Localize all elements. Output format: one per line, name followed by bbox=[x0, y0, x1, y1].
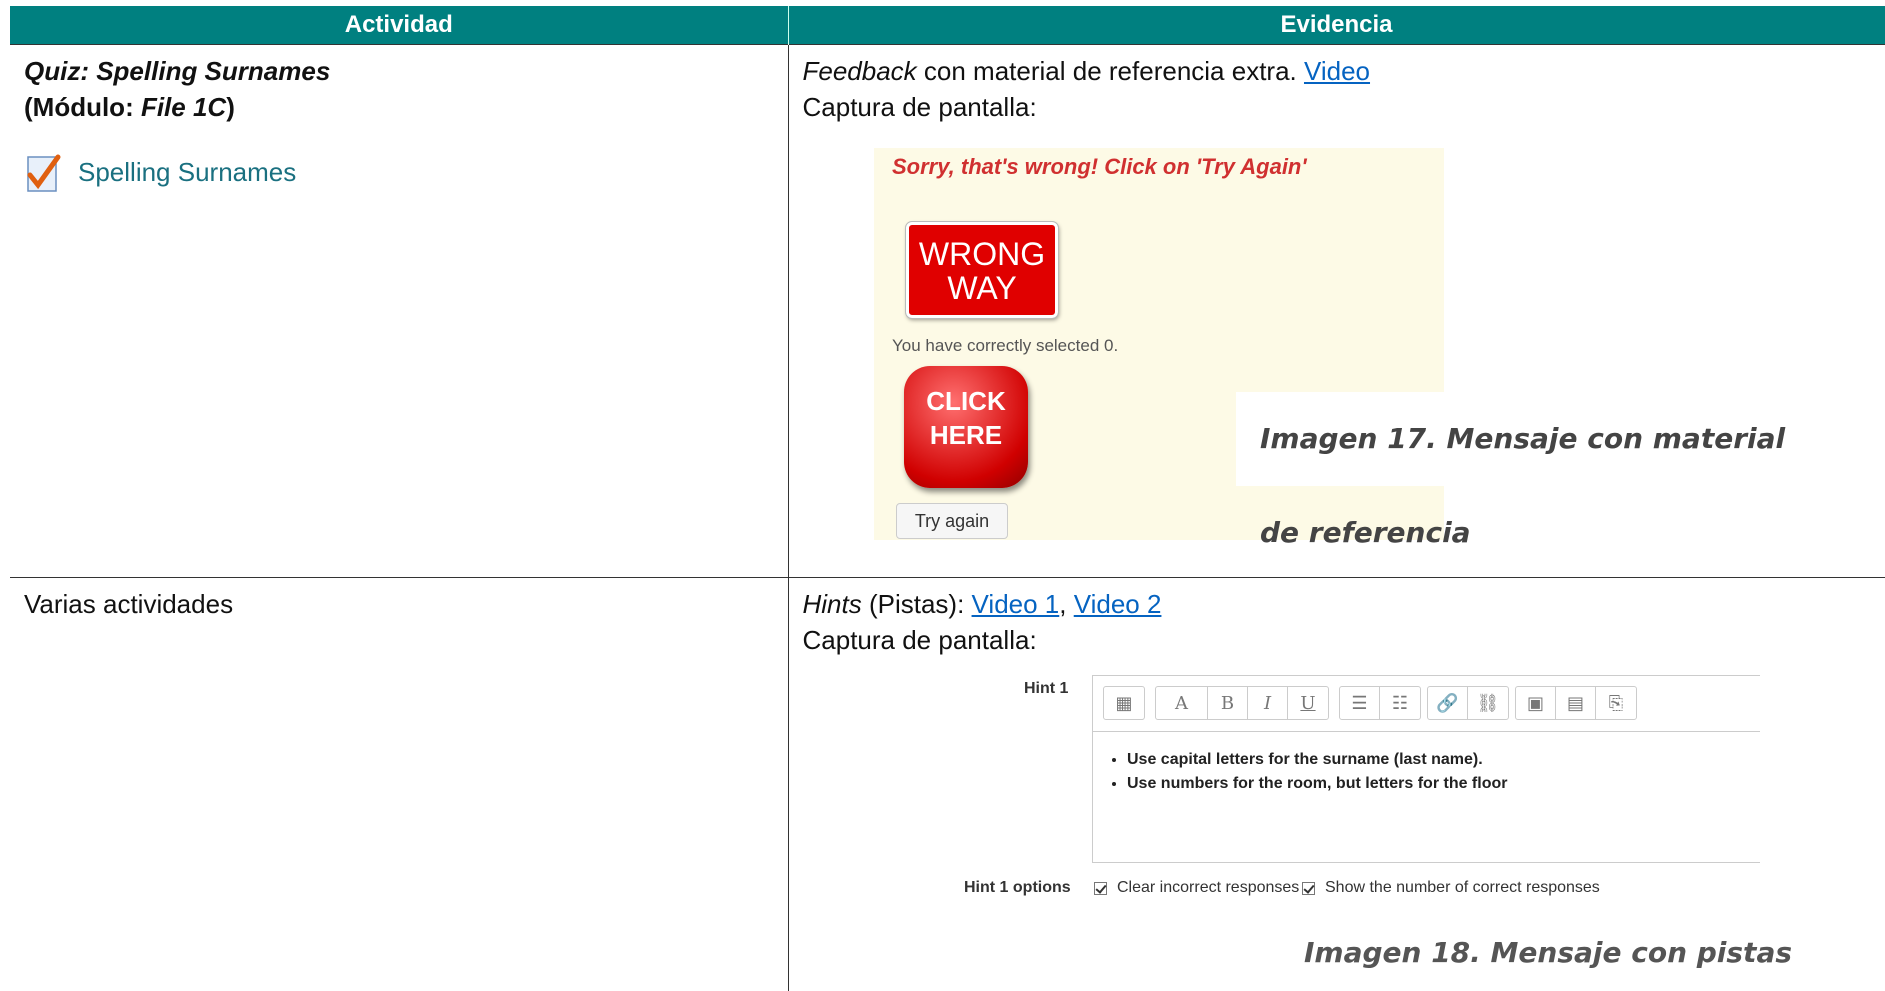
selected-count-text: You have correctly selected 0. bbox=[892, 336, 1119, 355]
evidence-hints: Hints (Pistas): Video 1, Video 2 bbox=[802, 588, 1162, 619]
bullet-list-icon[interactable]: ☰ bbox=[1340, 687, 1380, 719]
toggle-toolbar-icon[interactable]: ▦ bbox=[1104, 687, 1144, 719]
hint-options-label: Hint 1 options bbox=[964, 879, 1071, 896]
activity-cell: Varias actividades bbox=[10, 576, 789, 991]
video-link[interactable]: Video bbox=[1304, 56, 1370, 86]
manage-files-icon[interactable]: ⎘ bbox=[1596, 687, 1636, 719]
underline-icon[interactable]: U bbox=[1288, 687, 1328, 719]
capture-label: Captura de pantalla: bbox=[802, 91, 1037, 122]
list-item: Use capital letters for the surname (las… bbox=[1127, 748, 1760, 772]
module-label: (Módulo: File 1C) bbox=[24, 91, 235, 122]
activity-title: Quiz: Spelling Surnames bbox=[24, 55, 331, 86]
editor-toolbar: ▦ A B I U ☰ ☷ 🔗 ⛓ ▣ ▤ ⎘ bbox=[1093, 676, 1760, 732]
image-icon[interactable]: ▣ bbox=[1516, 687, 1556, 719]
activity-text: Varias actividades bbox=[24, 588, 234, 619]
link-icon[interactable]: 🔗 bbox=[1428, 687, 1468, 719]
checkbox-checked-icon[interactable] bbox=[1302, 881, 1315, 895]
quiz-checkbox-icon bbox=[27, 154, 61, 192]
unlink-icon[interactable]: ⛓ bbox=[1468, 687, 1508, 719]
wrong-way-sign: WRONG WAY bbox=[905, 221, 1059, 319]
module-name: File 1C bbox=[140, 91, 227, 122]
capture-label: Captura de pantalla: bbox=[802, 624, 1037, 655]
header-evidencia: Evidencia bbox=[788, 6, 1885, 44]
video-1-link[interactable]: Video 1 bbox=[972, 589, 1060, 619]
figure-caption: Imagen 17. Mensaje con material de refer… bbox=[1236, 392, 1810, 549]
numbered-list-icon[interactable]: ☷ bbox=[1380, 687, 1420, 719]
evidence-feedback: Feedback con material de referencia extr… bbox=[802, 55, 1371, 86]
list-item: Use numbers for the room, but letters fo… bbox=[1127, 772, 1760, 796]
hint-bullets: Use capital letters for the surname (las… bbox=[1127, 748, 1760, 796]
quiz-link-text: Spelling Surnames bbox=[78, 157, 297, 187]
hint-editor[interactable]: ▦ A B I U ☰ ☷ 🔗 ⛓ ▣ ▤ ⎘ Use capital lett… bbox=[1092, 675, 1760, 863]
quiz-link[interactable]: Spelling Surnames bbox=[24, 151, 774, 195]
header-actividad: Actividad bbox=[10, 6, 789, 44]
italic-icon[interactable]: I bbox=[1248, 687, 1288, 719]
show-correct-count-option[interactable]: Show the number of correct responses bbox=[1302, 879, 1600, 897]
figure-caption: Imagen 18. Mensaje con pistas bbox=[1304, 936, 1793, 969]
font-size-icon[interactable]: A bbox=[1156, 687, 1208, 719]
hint-label: Hint 1 bbox=[1024, 680, 1069, 697]
clear-incorrect-option[interactable]: Clear incorrect responses bbox=[1094, 879, 1299, 897]
checkbox-checked-icon[interactable] bbox=[1094, 881, 1107, 895]
video-2-link[interactable]: Video 2 bbox=[1074, 589, 1162, 619]
media-icon[interactable]: ▤ bbox=[1556, 687, 1596, 719]
bold-icon[interactable]: B bbox=[1208, 687, 1248, 719]
click-here-button[interactable]: CLICK HERE bbox=[904, 366, 1028, 488]
try-again-button[interactable]: Try again bbox=[896, 503, 1008, 539]
wrong-message: Sorry, that's wrong! Click on 'Try Again… bbox=[892, 154, 1307, 179]
activity-cell: Quiz: Spelling Surnames (Módulo: File 1C… bbox=[10, 43, 789, 577]
